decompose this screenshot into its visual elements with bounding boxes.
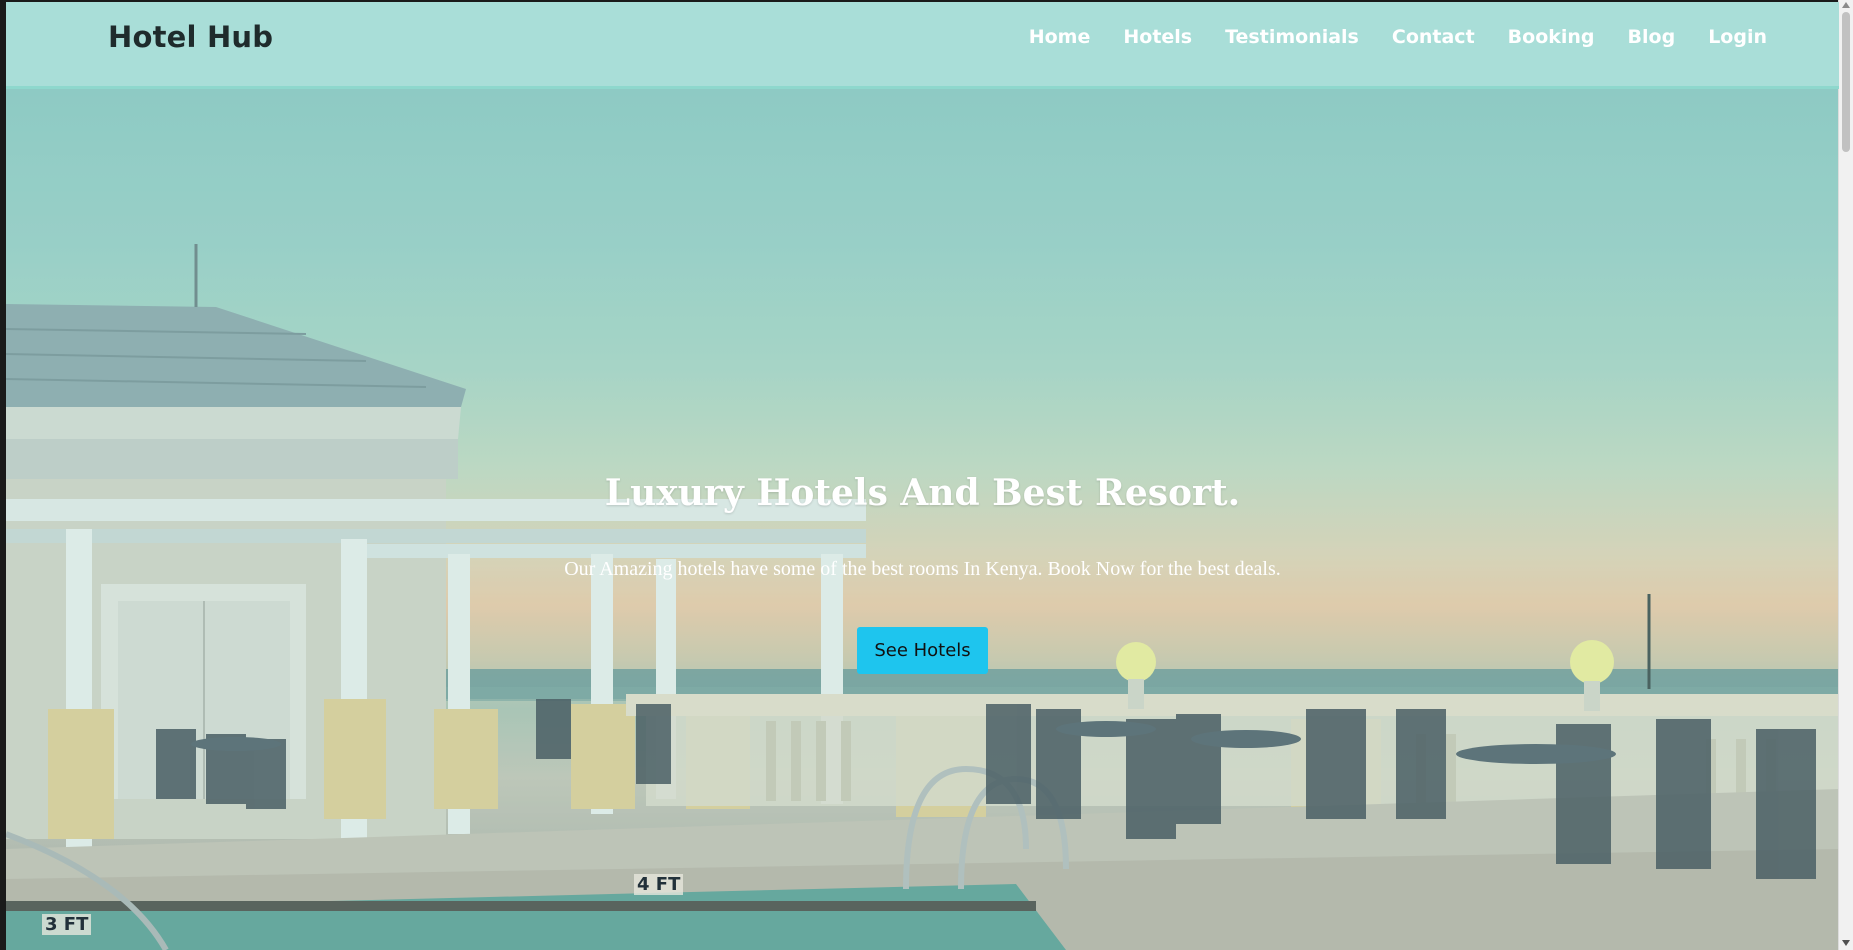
- nav-link-login[interactable]: Login: [1708, 26, 1767, 48]
- nav-links: Home Hotels Testimonials Contact Booking…: [996, 26, 1767, 48]
- hero-title: Luxury Hotels And Best Resort.: [604, 472, 1241, 514]
- nav-link-testimonials[interactable]: Testimonials: [1225, 26, 1359, 48]
- nav-link-home[interactable]: Home: [1029, 26, 1091, 48]
- nav-link-hotels[interactable]: Hotels: [1123, 26, 1192, 48]
- navbar: Hotel Hub Home Hotels Testimonials Conta…: [6, 2, 1839, 89]
- scroll-thumb[interactable]: [1842, 12, 1850, 152]
- see-hotels-button[interactable]: See Hotels: [857, 627, 988, 674]
- scroll-down-icon[interactable]: [1842, 940, 1850, 946]
- brand-logo[interactable]: Hotel Hub: [108, 20, 273, 54]
- browser-viewport: Hotel Hub Home Hotels Testimonials Conta…: [6, 2, 1839, 950]
- nav-link-blog[interactable]: Blog: [1628, 26, 1676, 48]
- pool-marker-4ft: 4 FT: [634, 874, 684, 895]
- hero-subtitle: Our Amazing hotels have some of the best…: [564, 558, 1281, 580]
- hero-section: Luxury Hotels And Best Resort. Our Amazi…: [6, 89, 1839, 950]
- scroll-up-icon[interactable]: [1842, 2, 1850, 8]
- pool-marker-3ft: 3 FT: [42, 914, 92, 935]
- vertical-scrollbar[interactable]: [1838, 0, 1853, 950]
- hero-overlay: [6, 89, 1839, 950]
- nav-link-booking[interactable]: Booking: [1508, 26, 1595, 48]
- nav-link-contact[interactable]: Contact: [1392, 26, 1475, 48]
